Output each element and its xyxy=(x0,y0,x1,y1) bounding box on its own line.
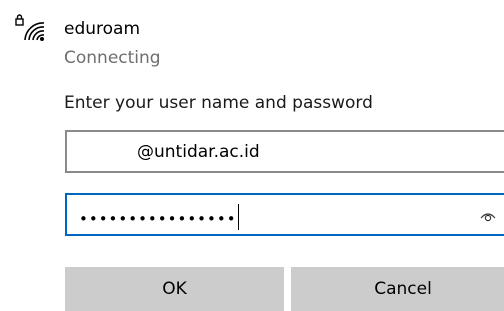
wifi-login-panel: eduroam Connecting Enter your user name … xyxy=(0,0,504,311)
password-value: •••••••••••••••• xyxy=(79,204,239,230)
network-name: eduroam xyxy=(64,19,141,39)
username-field[interactable]: @untidar.ac.id xyxy=(65,130,504,173)
wifi-secured-icon xyxy=(15,14,45,41)
cancel-button[interactable]: Cancel xyxy=(291,267,504,311)
username-value: @untidar.ac.id xyxy=(137,142,260,162)
eye-icon[interactable] xyxy=(479,207,497,225)
password-dots: •••••••••••••••• xyxy=(79,210,237,228)
text-caret xyxy=(237,204,239,230)
ok-button[interactable]: OK xyxy=(65,267,284,311)
password-field[interactable]: •••••••••••••••• xyxy=(65,193,504,236)
connection-status: Connecting xyxy=(64,48,161,68)
credentials-prompt: Enter your user name and password xyxy=(64,93,373,113)
